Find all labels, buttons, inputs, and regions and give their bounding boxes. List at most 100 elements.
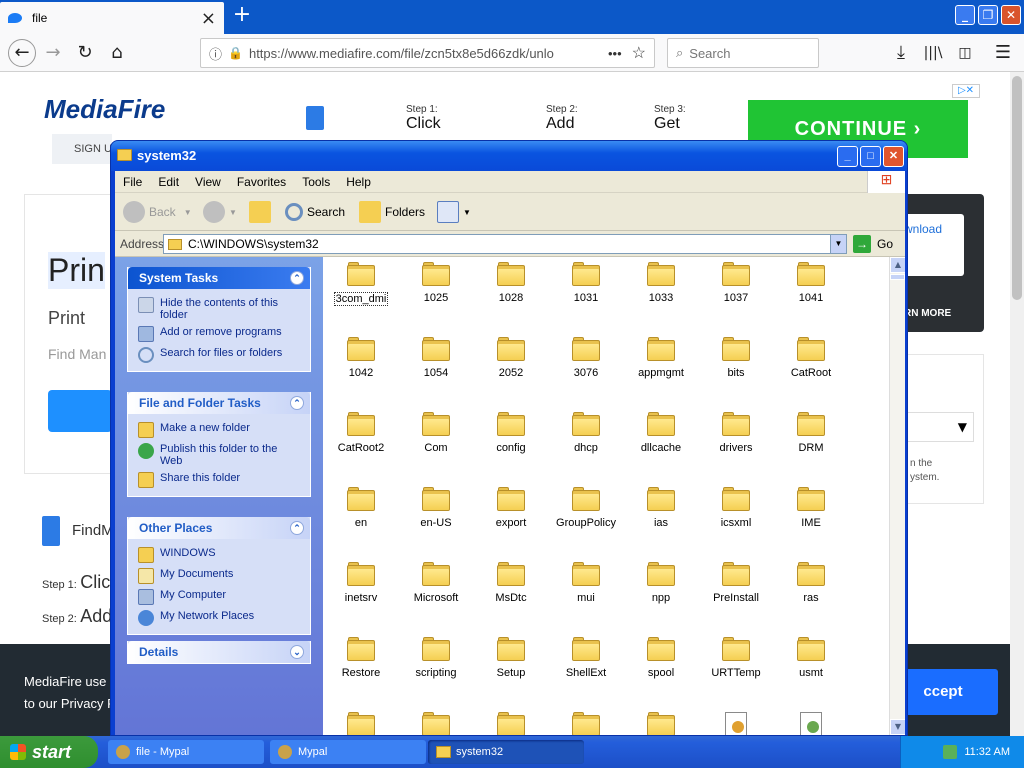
file-item[interactable]: Setup — [481, 637, 541, 679]
forward-arrow-icon[interactable]: → — [40, 40, 66, 66]
file-item[interactable]: 1031 — [556, 262, 616, 304]
file-item[interactable]: PreInstall — [706, 562, 766, 604]
menu-view[interactable]: View — [187, 175, 229, 189]
file-item[interactable]: inetsrv — [331, 562, 391, 604]
maximize-button[interactable]: □ — [860, 146, 881, 167]
language-select[interactable]: ▼ — [906, 412, 974, 442]
back-arrow-icon[interactable]: ← — [8, 39, 36, 67]
file-item[interactable]: config — [481, 412, 541, 454]
page-scrollbar[interactable] — [1010, 72, 1024, 736]
file-item[interactable]: export — [481, 487, 541, 529]
forward-dropdown-icon[interactable]: ▼ — [229, 208, 237, 217]
search-button[interactable]: Search — [285, 201, 345, 223]
file-item[interactable]: CatRoot2 — [331, 412, 391, 454]
file-item[interactable]: 2052 — [481, 337, 541, 379]
file-item[interactable] — [556, 712, 616, 735]
file-item[interactable]: 1037 — [706, 262, 766, 304]
file-item[interactable]: icsxml — [706, 487, 766, 529]
file-item[interactable]: GroupPolicy — [556, 487, 616, 529]
file-item[interactable]: appmgmt — [631, 337, 691, 379]
task-new-folder[interactable]: Make a new folder — [138, 422, 302, 438]
place-windows[interactable]: WINDOWS — [138, 547, 302, 563]
file-item[interactable]: scripting — [406, 637, 466, 679]
address-dropdown-icon[interactable]: ▼ — [830, 235, 846, 253]
clock[interactable]: 11:32 AM — [964, 746, 1010, 758]
file-item[interactable]: CatRoot — [781, 337, 841, 379]
menu-help[interactable]: Help — [338, 175, 379, 189]
file-item[interactable]: 1054 — [406, 337, 466, 379]
file-item[interactable]: ias — [631, 487, 691, 529]
file-item-document[interactable] — [781, 712, 841, 735]
file-item[interactable]: MsDtc — [481, 562, 541, 604]
task-add-remove-programs[interactable]: Add or remove programs — [138, 326, 302, 342]
bookmark-star-icon[interactable]: ☆ — [632, 43, 646, 63]
menu-tools[interactable]: Tools — [294, 175, 338, 189]
page-scroll-thumb[interactable] — [1012, 76, 1022, 300]
file-item[interactable]: drivers — [706, 412, 766, 454]
file-item[interactable]: 3076 — [556, 337, 616, 379]
menu-file[interactable]: File — [115, 175, 150, 189]
browser-minimize-button[interactable]: _ — [955, 5, 975, 25]
file-item[interactable]: en-US — [406, 487, 466, 529]
file-item[interactable]: 1033 — [631, 262, 691, 304]
task-search-files[interactable]: Search for files or folders — [138, 347, 302, 363]
forward-button[interactable]: ▼ — [203, 201, 237, 223]
collapse-icon[interactable]: ⌃ — [290, 271, 304, 285]
back-dropdown-icon[interactable]: ▼ — [184, 208, 192, 217]
collapse-icon[interactable]: ⌃ — [290, 396, 304, 410]
taskbar-item-system32[interactable]: system32 — [428, 740, 584, 764]
file-item[interactable]: 1041 — [781, 262, 841, 304]
file-item[interactable]: 1028 — [481, 262, 541, 304]
tray-app-icon[interactable] — [943, 745, 957, 759]
menu-icon[interactable]: ☰ — [990, 40, 1016, 66]
taskbar-item-file-mypal[interactable]: file - Mypal — [108, 740, 264, 764]
file-item[interactable]: en — [331, 487, 391, 529]
task-share-folder[interactable]: Share this folder — [138, 472, 302, 488]
file-item[interactable]: DRM — [781, 412, 841, 454]
download-icon[interactable]: ⤓ — [888, 40, 914, 66]
file-item[interactable]: ras — [781, 562, 841, 604]
taskbar-item-mypal[interactable]: Mypal — [270, 740, 426, 764]
minimize-button[interactable]: _ — [837, 146, 858, 167]
browser-close-button[interactable]: ✕ — [1001, 5, 1021, 25]
file-item[interactable]: 1025 — [406, 262, 466, 304]
views-dropdown-icon[interactable]: ▼ — [463, 208, 471, 217]
file-item[interactable]: IME — [781, 487, 841, 529]
file-item[interactable]: Com — [406, 412, 466, 454]
up-button[interactable] — [249, 201, 275, 223]
menu-edit[interactable]: Edit — [150, 175, 187, 189]
file-item[interactable]: mui — [556, 562, 616, 604]
reload-icon[interactable]: ↻ — [72, 40, 98, 66]
place-my-documents[interactable]: My Documents — [138, 568, 302, 584]
folders-button[interactable]: Folders — [359, 201, 425, 223]
download-button[interactable] — [48, 390, 112, 432]
views-button[interactable]: ▼ — [437, 201, 471, 223]
search-bar[interactable]: ⌕ Search — [667, 38, 819, 68]
new-tab-button[interactable]: + — [230, 4, 254, 28]
info-icon[interactable]: ⓘ — [209, 44, 222, 63]
signup-button[interactable]: SIGN U — [52, 134, 112, 164]
file-item[interactable]: usmt — [781, 637, 841, 679]
file-item[interactable]: dllcache — [631, 412, 691, 454]
file-item[interactable]: 3com_dmi — [331, 262, 391, 306]
learn-more-button[interactable]: RN MORE — [904, 308, 951, 319]
home-icon[interactable]: ⌂ — [104, 40, 130, 66]
scroll-up-icon[interactable]: ▲ — [890, 257, 905, 273]
file-tasks-header[interactable]: File and Folder Tasks ⌃ — [128, 392, 310, 414]
file-item[interactable] — [331, 712, 391, 735]
address-input[interactable]: C:\WINDOWS\system32 ▼ — [163, 234, 847, 254]
details-header[interactable]: Details ⌄ — [128, 641, 310, 663]
file-item[interactable]: bits — [706, 337, 766, 379]
close-button[interactable]: ✕ — [883, 146, 904, 167]
back-button[interactable]: Back ▼ — [123, 201, 192, 223]
explorer-scrollbar[interactable]: ▲ ▼ — [889, 257, 905, 735]
expand-icon[interactable]: ⌄ — [290, 645, 304, 659]
task-publish-web[interactable]: Publish this folder to the Web — [138, 443, 302, 467]
file-item[interactable]: dhcp — [556, 412, 616, 454]
file-item[interactable]: ShellExt — [556, 637, 616, 679]
page-actions-icon[interactable]: ••• — [608, 46, 622, 61]
right-download-text[interactable]: wnload — [904, 214, 964, 276]
place-my-computer[interactable]: My Computer — [138, 589, 302, 605]
file-item[interactable]: URTTemp — [706, 637, 766, 679]
collapse-icon[interactable]: ⌃ — [290, 521, 304, 535]
